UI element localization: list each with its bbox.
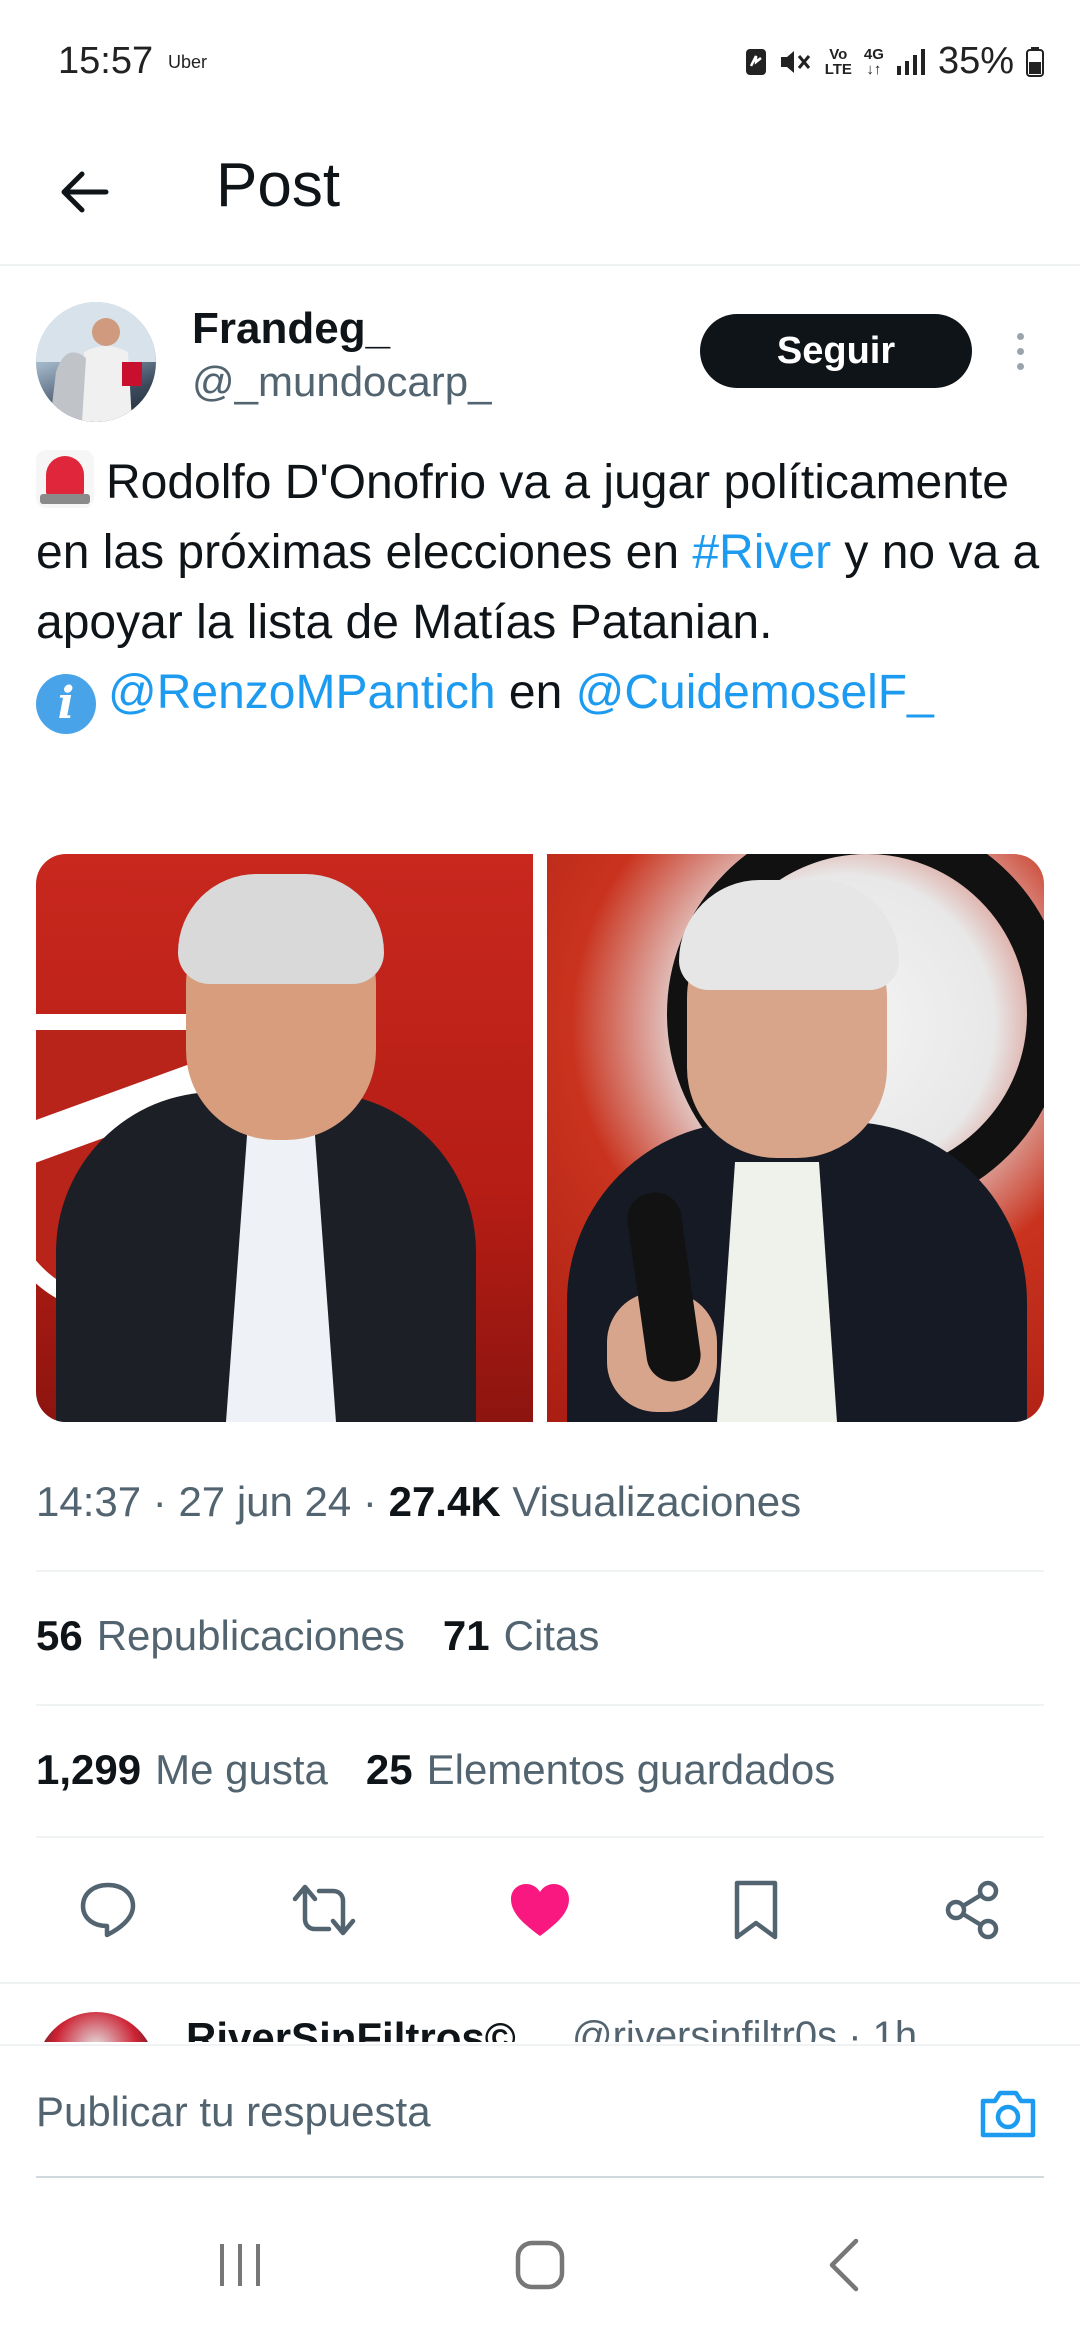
home-icon <box>515 2240 565 2290</box>
bookmarks-count: 25 <box>365 1746 413 1793</box>
more-dot-icon <box>1016 362 1024 370</box>
hair-shape <box>679 880 899 990</box>
reply-compose-bar: Publicar tu respuesta <box>0 2044 1080 2178</box>
arrow-left-icon <box>61 171 109 213</box>
recents-icon <box>220 2244 260 2286</box>
share-icon <box>945 1880 999 1940</box>
nav-back-icon <box>829 2238 859 2292</box>
post-actions <box>0 1862 1080 1958</box>
nav-back-button[interactable] <box>804 2230 884 2300</box>
author-handle[interactable]: @_mundocarp_ <box>192 358 491 406</box>
likes-label: Me gusta <box>155 1746 328 1793</box>
camera-icon <box>980 2090 1036 2138</box>
info-emoji-icon: i <box>36 674 96 734</box>
reply-author-handle: @riversinfiltr0s · 1h <box>572 2014 918 2042</box>
comment-icon <box>80 1882 136 1938</box>
volte-indicator: Vo LTE <box>824 45 852 78</box>
mention-link[interactable]: @RenzoMPantich <box>108 666 496 719</box>
reposts-label: Republicaciones <box>96 1612 405 1659</box>
heart-icon <box>511 1884 569 1936</box>
more-options-button[interactable] <box>998 316 1042 386</box>
page-title: Post <box>216 151 341 220</box>
siren-emoji-icon <box>36 450 94 508</box>
post-media <box>36 854 1044 1422</box>
status-icons: Vo LTE 4G ↓↑ 35% <box>745 40 1044 83</box>
divider <box>36 1704 1044 1706</box>
author-avatar[interactable] <box>36 302 156 422</box>
post-time: 14:37 <box>36 1478 142 1525</box>
likes-count: 1,299 <box>36 1746 142 1793</box>
like-button[interactable] <box>504 1874 576 1946</box>
post-text: Rodolfo D'Onofrio va a jugar políticamen… <box>36 448 1046 734</box>
network-indicator: 4G ↓↑ <box>863 45 884 78</box>
views-count: 27.4K <box>388 1478 501 1525</box>
battery-level: 35% <box>937 40 1014 82</box>
bookmark-icon <box>734 1880 778 1940</box>
mention-link[interactable]: @CuidemoselF_ <box>576 666 934 719</box>
post-date: 27 jun 24 <box>178 1478 352 1525</box>
reply-item[interactable]: RiverSinFiltros© @riversinfiltr0s · 1h <box>0 1986 1080 2042</box>
more-dot-icon <box>1016 332 1024 340</box>
post-image[interactable] <box>547 854 1044 1422</box>
reply-avatar[interactable] <box>36 2012 156 2042</box>
post-text-segment: en <box>495 666 576 719</box>
signal-icon <box>896 48 925 75</box>
divider <box>36 1836 1044 1838</box>
mute-icon <box>780 50 810 73</box>
repost-button[interactable] <box>288 1874 360 1946</box>
reply-input[interactable]: Publicar tu respuesta <box>36 2088 431 2136</box>
author-name[interactable]: Frandeg_ <box>192 304 390 354</box>
share-button[interactable] <box>936 1874 1008 1946</box>
bookmarks-label: Elementos guardados <box>426 1746 836 1793</box>
likes-stat[interactable]: 1,299 Me gusta <box>36 1746 328 1794</box>
follow-button[interactable]: Seguir <box>700 314 972 388</box>
bookmark-button[interactable] <box>720 1874 792 1946</box>
stats-row-reposts: 56 Republicaciones 71 Citas <box>36 1612 637 1660</box>
divider <box>36 1570 1044 1572</box>
home-button[interactable] <box>500 2230 580 2300</box>
back-button[interactable] <box>48 156 120 228</box>
post-meta: 14:37 · 27 jun 24 · 27.4K Visualizacione… <box>36 1478 802 1525</box>
quotes-count: 71 <box>442 1612 490 1659</box>
camera-button[interactable] <box>976 2082 1040 2146</box>
repost-icon <box>292 1884 356 1936</box>
stats-row-likes: 1,299 Me gusta 25 Elementos guardados <box>36 1746 873 1794</box>
status-time: 15:57 <box>58 40 154 82</box>
avatar-image <box>36 302 156 422</box>
hashtag-link[interactable]: #River <box>692 526 831 579</box>
recents-button[interactable] <box>200 2230 280 2300</box>
nfc-icon <box>745 48 766 75</box>
system-nav-bar <box>0 2180 1080 2340</box>
battery-icon <box>1026 46 1044 77</box>
bookmarks-stat[interactable]: 25 Elementos guardados <box>366 1746 835 1794</box>
divider <box>0 1982 1080 1984</box>
status-bar: 15:57 Uber Vo LTE 4G ↓↑ 35% <box>0 0 1080 120</box>
status-app-label: Uber <box>168 52 208 72</box>
shirt-shape <box>717 1162 837 1422</box>
compose-underline <box>36 2176 1044 2178</box>
hair-shape <box>178 874 384 984</box>
quotes-label: Citas <box>503 1612 600 1659</box>
quotes-stat[interactable]: 71 Citas <box>443 1612 599 1660</box>
views-label: Visualizaciones <box>512 1478 802 1525</box>
reposts-stat[interactable]: 56 Republicaciones <box>36 1612 405 1660</box>
top-bar: Post <box>0 120 1080 266</box>
more-dot-icon <box>1016 347 1024 355</box>
post-image[interactable] <box>36 854 533 1422</box>
reply-button[interactable] <box>72 1874 144 1946</box>
reply-author-name: RiverSinFiltros© <box>186 2014 516 2042</box>
reposts-count: 56 <box>36 1612 83 1659</box>
